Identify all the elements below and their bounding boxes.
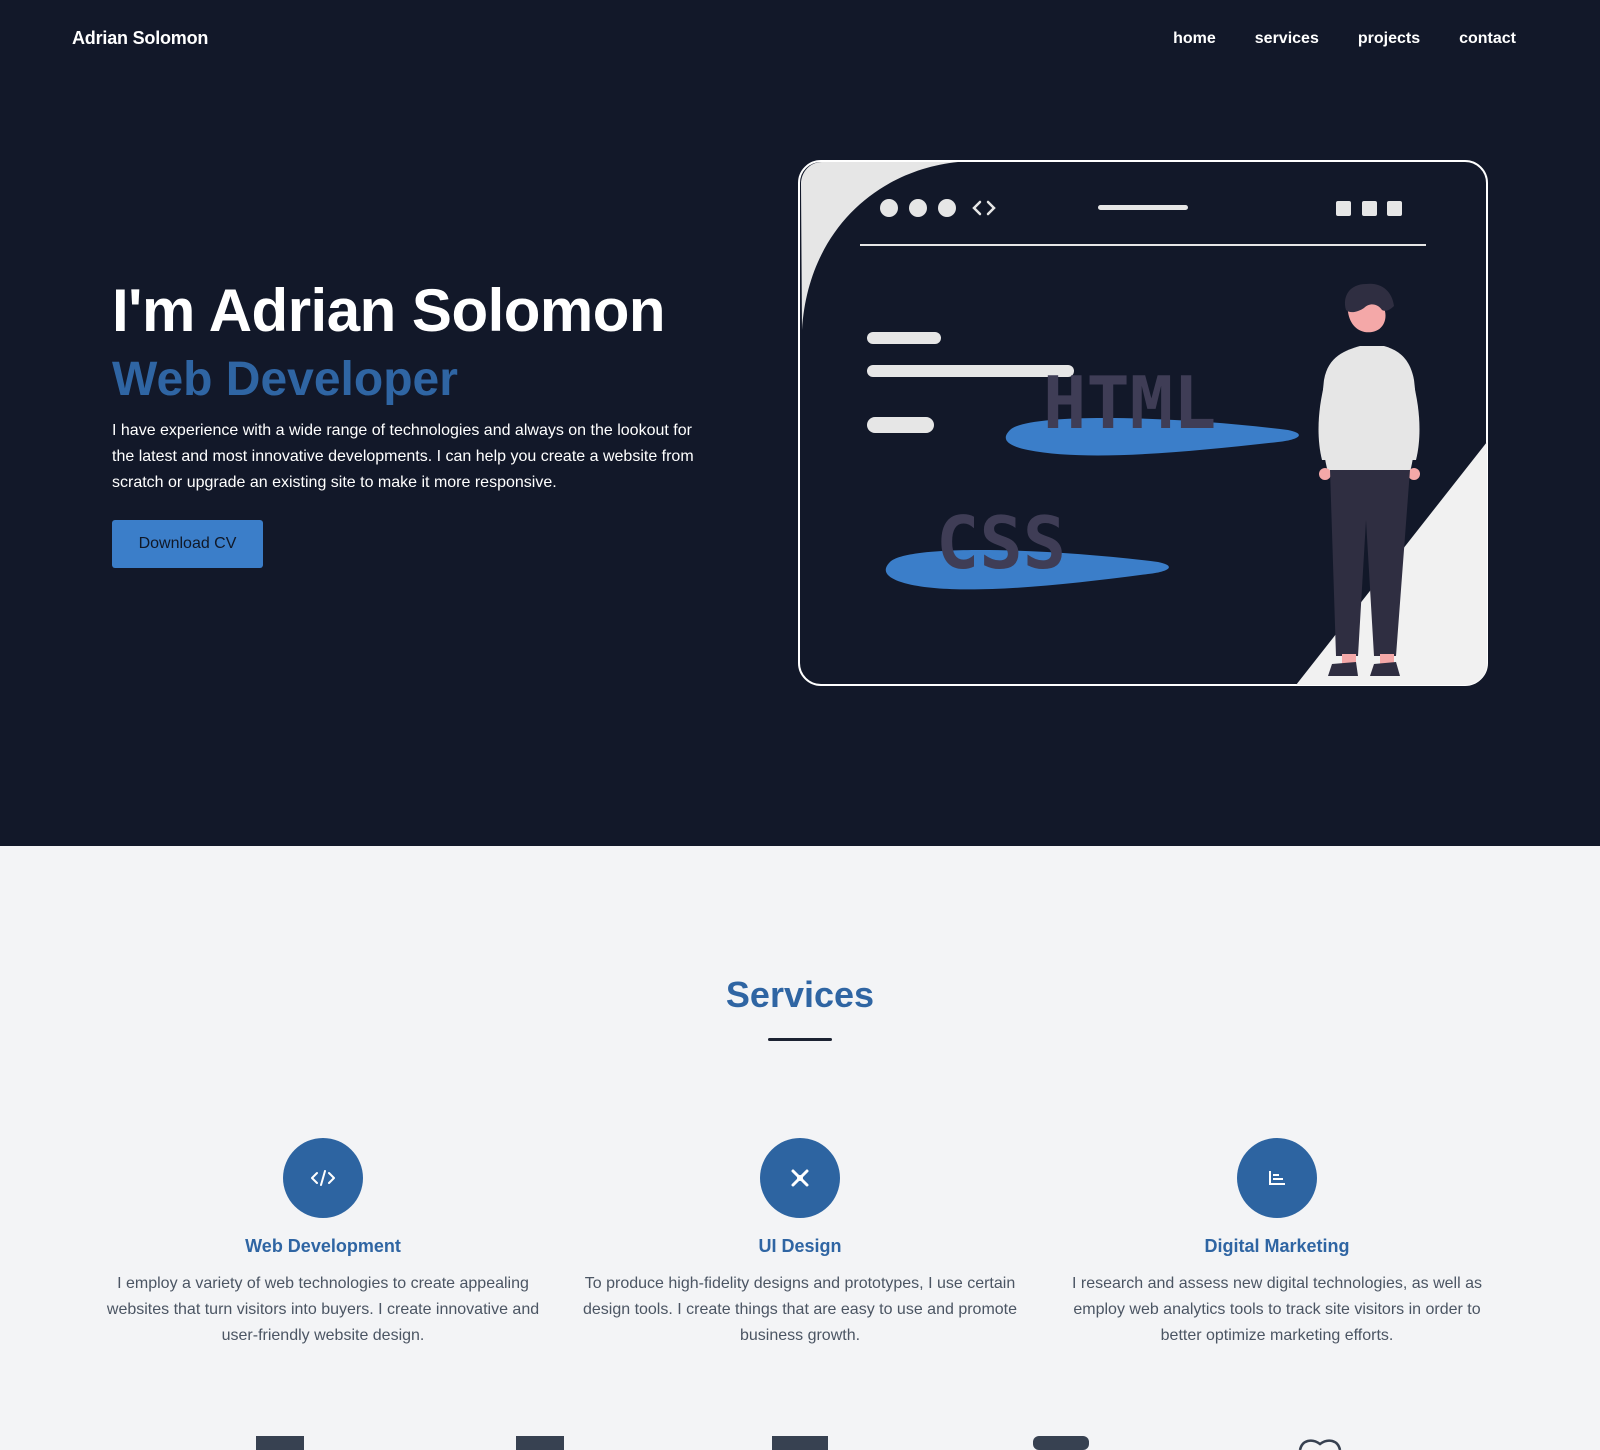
address-bar [1098,205,1188,210]
tech-logo-icon [516,1436,564,1450]
services-title: Services [725,974,875,1015]
window-square [1336,201,1351,216]
service-icon-circle [283,1138,363,1218]
tech-logos-row [256,1436,1342,1450]
nav-contact[interactable]: contact [1459,30,1516,48]
window-square [1387,201,1402,216]
services-section: Services Web Development I employ a vari… [0,846,1600,1450]
service-icon-circle [760,1138,840,1218]
service-description: I employ a variety of web technologies t… [106,1275,540,1344]
nav-projects[interactable]: projects [1358,30,1420,48]
hero-section: Adrian Solomon home services projects co… [0,0,1600,846]
title-divider [768,1038,832,1041]
service-title: UI Design [758,1236,842,1256]
css-word: CSS [936,501,1066,585]
hero-title: I'm Adrian Solomon [112,277,666,344]
hero-description: I have experience with a wide range of t… [112,422,694,491]
brand-logo[interactable]: Adrian Solomon [72,28,208,49]
main-nav: home services projects contact [1173,30,1516,48]
tech-logo-icon [1298,1439,1342,1450]
browser-divider [860,244,1426,246]
service-icon-circle [1237,1138,1317,1218]
code-icon [311,1170,335,1186]
download-cv-button[interactable]: Download CV [112,520,263,568]
tech-logo-icon [256,1436,304,1450]
window-dot [909,199,927,217]
service-card-ui-design: UI Design To produce high-fidelity desig… [580,1138,1020,1349]
window-dot [880,199,898,217]
window-dot [938,199,956,217]
service-description: To produce high-fidelity designs and pro… [582,1275,1018,1344]
service-title: Web Development [245,1236,401,1256]
design-tools-icon [791,1169,809,1187]
chart-icon [1269,1171,1285,1185]
html-word: HTML [1043,361,1216,445]
service-card-digital-marketing: Digital Marketing I research and assess … [1057,1138,1497,1349]
service-title: Digital Marketing [1204,1236,1350,1256]
tech-logo-icon [1033,1436,1089,1450]
service-card-web-development: Web Development I employ a variety of we… [103,1138,543,1349]
window-square [1362,201,1377,216]
text-line [867,417,934,433]
nav-home[interactable]: home [1173,30,1216,48]
nav-services[interactable]: services [1255,30,1319,48]
hero-subtitle: Web Developer [112,353,458,406]
tech-logo-icon [772,1436,828,1450]
service-description: I research and assess new digital techno… [1072,1275,1482,1344]
developer-illustration: HTML CSS [798,160,1488,686]
text-line [867,332,941,344]
